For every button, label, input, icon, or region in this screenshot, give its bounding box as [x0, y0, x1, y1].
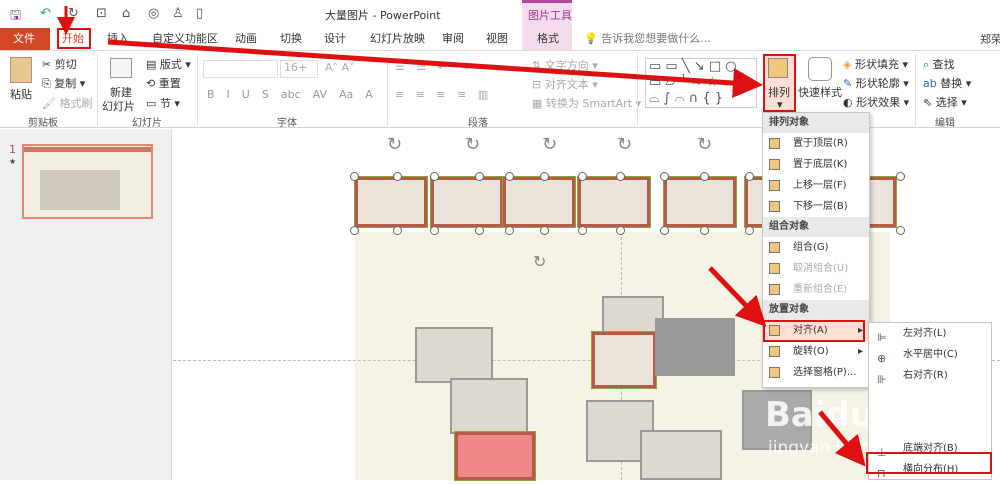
arrow	[818, 410, 866, 467]
annotation-arrows	[57, 6, 866, 467]
arrow	[107, 39, 763, 98]
arrow	[708, 266, 767, 327]
